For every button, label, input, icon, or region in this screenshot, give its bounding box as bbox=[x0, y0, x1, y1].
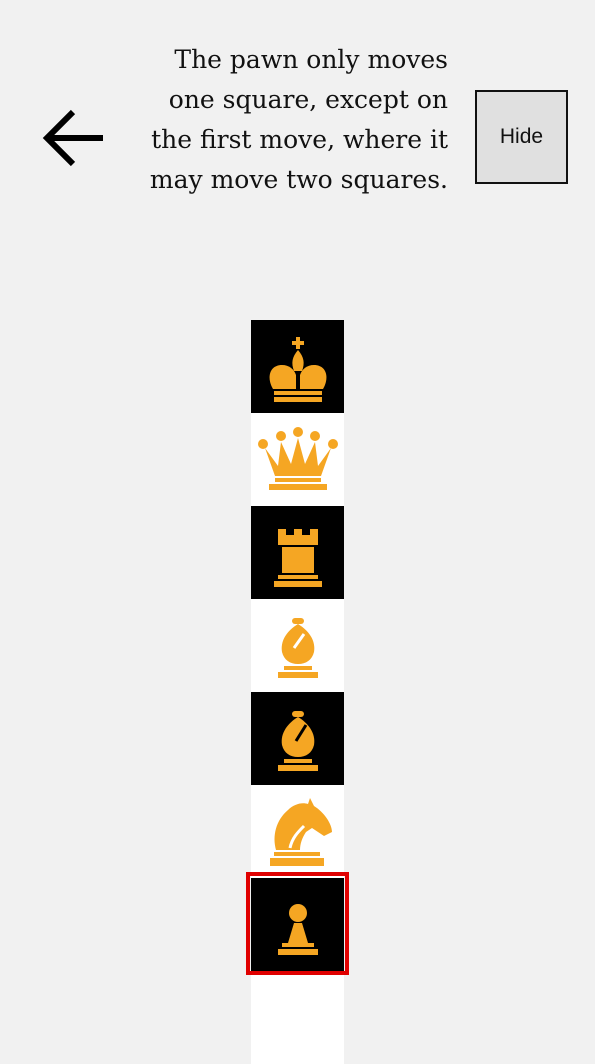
king-icon bbox=[269, 336, 326, 402]
piece-board bbox=[251, 320, 344, 1064]
rook-icon bbox=[273, 528, 322, 587]
bishop-icon bbox=[277, 710, 318, 771]
board-square[interactable] bbox=[251, 692, 344, 785]
board-square[interactable] bbox=[251, 506, 344, 599]
pawn-icon bbox=[277, 903, 318, 955]
board-square[interactable] bbox=[251, 320, 344, 413]
hide-button[interactable]: Hide bbox=[475, 90, 568, 184]
queen-icon bbox=[257, 426, 338, 490]
knight-icon bbox=[269, 797, 332, 866]
board-square[interactable] bbox=[251, 785, 344, 878]
arrow-left-icon bbox=[42, 109, 103, 167]
board-square[interactable] bbox=[251, 599, 344, 692]
bishop-icon bbox=[277, 617, 318, 678]
board-square-selected[interactable] bbox=[251, 878, 344, 971]
instruction-text: The pawn only moves one square, except o… bbox=[149, 45, 448, 194]
board-square[interactable] bbox=[251, 413, 344, 506]
back-button[interactable] bbox=[34, 96, 114, 180]
board-square[interactable] bbox=[251, 971, 344, 1064]
